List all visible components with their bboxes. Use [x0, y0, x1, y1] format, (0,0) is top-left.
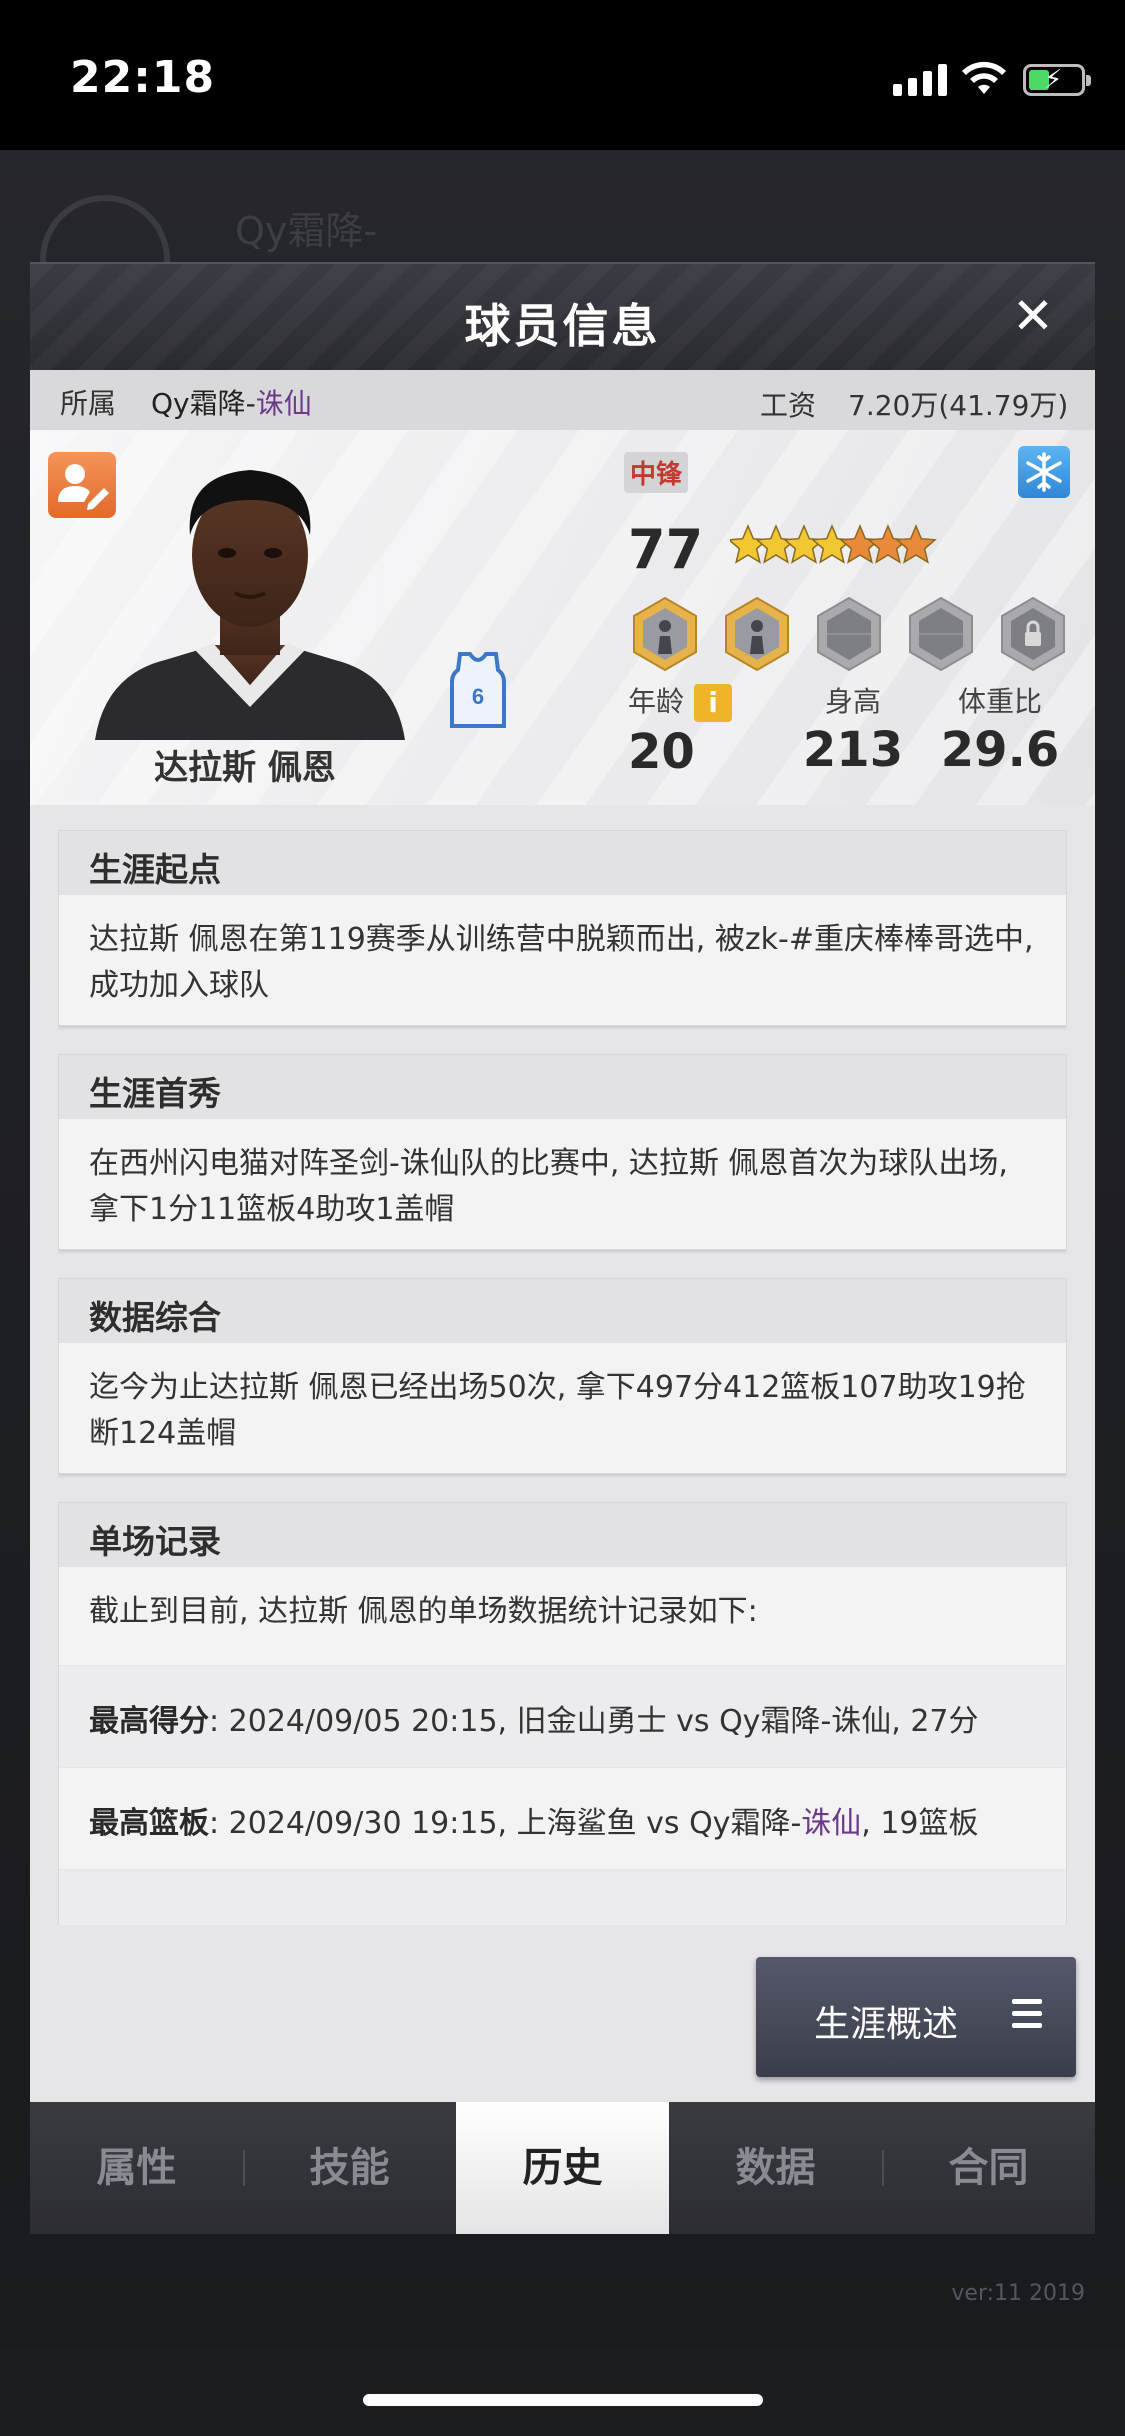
team-name[interactable]: Qy霜降-诛仙 [151, 382, 312, 422]
career-overview-label: 生涯概述 [814, 2004, 959, 2045]
age-label: 年龄 [628, 685, 685, 718]
empty-skill-slot[interactable] [906, 596, 976, 672]
player-card: 6 达拉斯 佩恩 中锋 77 年龄 i 20 身高 213 体重比 29.6 [30, 430, 1095, 805]
empty-skill-slot[interactable] [814, 596, 884, 672]
height-value: 213 [802, 722, 904, 778]
record-row: 最高得分: 2024/09/05 20:15, 旧金山勇士 vs Qy霜降-诛仙… [59, 1665, 1066, 1767]
battery-icon: ⚡ [1023, 64, 1091, 96]
star-rating [730, 524, 937, 564]
modal-title: 球员信息 [464, 299, 661, 353]
weight-stat: 体重比 29.6 [930, 680, 1070, 778]
jersey-number: 6 [472, 684, 484, 709]
player-info-bar: 所属 Qy霜降-诛仙 工资 7.20万(41.79万) [30, 370, 1095, 430]
salary-value: 7.20万(41.79万) [848, 389, 1069, 422]
tab-4[interactable]: 合同 [882, 2102, 1095, 2234]
section-title: 生涯起点 [59, 831, 1066, 895]
tab-1[interactable]: 技能 [243, 2102, 456, 2234]
height-label: 身高 [824, 685, 881, 718]
skill-badge-1[interactable] [630, 596, 700, 672]
locked-skill-slot[interactable] [998, 596, 1068, 672]
player-info-modal: 球员信息 ✕ 所属 Qy霜降-诛仙 工资 7.20万(41.79万) 6 达拉斯… [30, 262, 1095, 2234]
record-label: 最高得分 [89, 1704, 209, 1739]
age-value: 20 [628, 724, 695, 780]
status-bar: 22:18 ⚡ [0, 0, 1125, 150]
tab-3[interactable]: 数据 [669, 2102, 882, 2234]
skill-slots [630, 596, 1068, 672]
star-6 [895, 524, 937, 564]
section-debut: 生涯首秀 在西州闪电猫对阵圣剑-诛仙队的比赛中, 达拉斯 佩恩首次为球队出场, … [58, 1054, 1067, 1250]
background-title: Qy霜降- [235, 209, 378, 253]
home-indicator[interactable] [363, 2394, 763, 2406]
section-body: 迄今为止达拉斯 佩恩已经出场50次, 拿下497分412篮板107助攻19抢断1… [89, 1370, 1026, 1451]
edit-profile-button[interactable] [48, 452, 116, 518]
tab-2[interactable]: 历史 [456, 2102, 669, 2234]
section-title: 单场记录 [59, 1503, 1066, 1567]
close-button[interactable]: ✕ [1007, 290, 1059, 342]
record-text: : 2024/09/05 20:15, 旧金山勇士 vs Qy霜降-诛仙, 27… [209, 1704, 979, 1739]
player-rating: 77 [628, 518, 704, 581]
menu-icon [1012, 1999, 1042, 2029]
section-title: 生涯首秀 [59, 1055, 1066, 1119]
weight-value: 29.6 [940, 722, 1060, 778]
tab-bar: 属性 技能 历史 数据 合同 [30, 2102, 1095, 2234]
position-badge: 中锋 [624, 452, 689, 493]
history-sections[interactable]: 生涯起点 达拉斯 佩恩在第119赛季从训练营中脱颖而出, 被zk-#重庆棒棒哥选… [58, 830, 1067, 1925]
skill-badge-2[interactable] [722, 596, 792, 672]
section-body: 在西州闪电猫对阵圣剑-诛仙队的比赛中, 达拉斯 佩恩首次为球队出场, 拿下1分1… [89, 1146, 1008, 1227]
age-stat: 年龄 i 20 [628, 680, 733, 780]
wifi-icon [962, 61, 1006, 94]
records-intro: 截止到目前, 达拉斯 佩恩的单场数据统计记录如下: [89, 1594, 758, 1629]
snowflake-icon[interactable] [1018, 446, 1070, 498]
signal-icon [893, 64, 947, 96]
height-stat: 身高 213 [778, 680, 928, 778]
salary-label: 工资 [760, 389, 817, 422]
section-body: 达拉斯 佩恩在第119赛季从训练营中脱颖而出, 被zk-#重庆棒棒哥选中, 成功… [89, 922, 1034, 1003]
section-title: 数据综合 [59, 1279, 1066, 1343]
section-career-start: 生涯起点 达拉斯 佩恩在第119赛季从训练营中脱颖而出, 被zk-#重庆棒棒哥选… [58, 830, 1067, 1026]
jersey-icon: 6 [450, 652, 506, 728]
career-overview-button[interactable]: 生涯概述 [756, 1957, 1076, 2077]
version-label: ver:11 2019 [951, 2281, 1085, 2306]
record-row-partial [59, 1869, 1066, 1925]
player-portrait [95, 470, 405, 740]
record-label: 最高篮板 [89, 1806, 209, 1841]
player-name: 达拉斯 佩恩 [154, 748, 336, 788]
modal-header: 球员信息 ✕ [30, 262, 1095, 370]
affiliation-label: 所属 [60, 387, 117, 420]
info-icon[interactable]: i [694, 684, 733, 722]
section-summary: 数据综合 迄今为止达拉斯 佩恩已经出场50次, 拿下497分412篮板107助攻… [58, 1278, 1067, 1474]
edit-user-icon [58, 464, 109, 510]
weight-label: 体重比 [957, 685, 1042, 718]
record-row: 最高篮板: 2024/09/30 19:15, 上海鲨鱼 vs Qy霜降-诛仙,… [59, 1767, 1066, 1869]
status-time: 22:18 [70, 52, 216, 103]
section-records: 单场记录 截止到目前, 达拉斯 佩恩的单场数据统计记录如下: 最高得分: 202… [58, 1502, 1067, 1925]
tab-0[interactable]: 属性 [30, 2102, 243, 2234]
